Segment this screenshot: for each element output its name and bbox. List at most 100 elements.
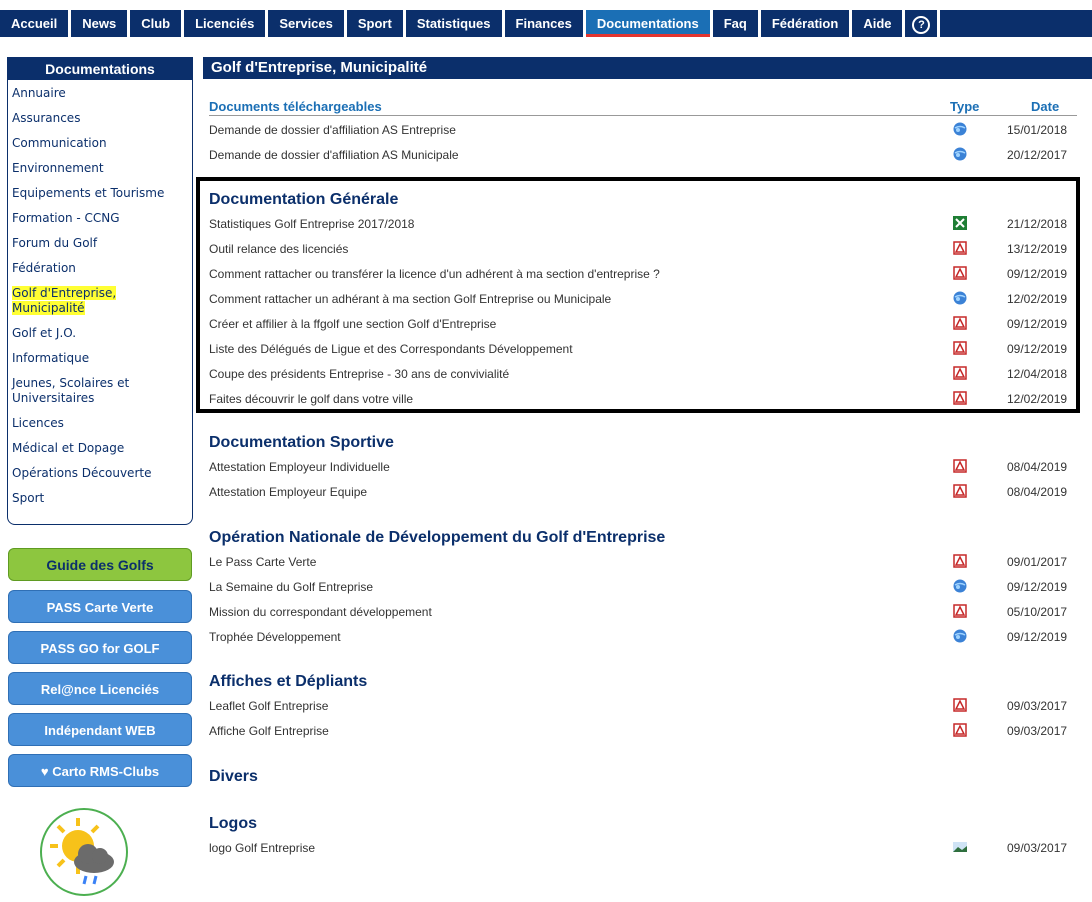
sidebar-item-7[interactable]: Fédération bbox=[12, 261, 192, 276]
nav-item-9[interactable]: Faq bbox=[712, 10, 758, 37]
sidebar-item-8[interactable]: Golf d'Entreprise, Municipalité bbox=[12, 286, 192, 316]
sidebar-item-label: Equipements et Tourisme bbox=[12, 186, 165, 200]
document-link[interactable]: Affiche Golf Entreprise bbox=[209, 724, 329, 738]
document-row[interactable]: logo Golf Entreprise 09/03/2017 bbox=[209, 838, 1077, 858]
nav-item-2[interactable]: Club bbox=[130, 10, 182, 37]
pdf-icon[interactable] bbox=[953, 459, 967, 473]
nav-item-4[interactable]: Services bbox=[268, 10, 344, 37]
sidebar-item-11[interactable]: Jeunes, Scolaires et Universitaires bbox=[12, 376, 192, 406]
document-link[interactable]: La Semaine du Golf Entreprise bbox=[209, 580, 373, 594]
sidebar-item-6[interactable]: Forum du Golf bbox=[12, 236, 192, 251]
sidebar-button-1[interactable]: PASS Carte Verte bbox=[8, 590, 192, 623]
weather-icon[interactable] bbox=[40, 808, 128, 896]
sidebar-item-label: Golf et J.O. bbox=[12, 326, 77, 340]
sidebar-item-2[interactable]: Communication bbox=[12, 136, 192, 151]
web-icon[interactable] bbox=[953, 579, 967, 593]
pdf-icon[interactable] bbox=[953, 604, 967, 618]
sidebar-item-13[interactable]: Médical et Dopage bbox=[12, 441, 192, 456]
document-link[interactable]: Leaflet Golf Entreprise bbox=[209, 699, 328, 713]
document-link[interactable]: Demande de dossier d'affiliation AS Muni… bbox=[209, 148, 459, 162]
document-row[interactable]: Attestation Employeur Equipe 08/04/2019 bbox=[209, 482, 1077, 502]
sidebar-item-10[interactable]: Informatique bbox=[12, 351, 192, 366]
sidebar-item-1[interactable]: Assurances bbox=[12, 111, 192, 126]
nav-item-8[interactable]: Documentations bbox=[585, 10, 710, 37]
document-row[interactable]: Demande de dossier d'affiliation AS Entr… bbox=[209, 120, 1077, 140]
sidebar-item-15[interactable]: Sport bbox=[12, 491, 192, 506]
sidebar-item-3[interactable]: Environnement bbox=[12, 161, 192, 176]
section-title: Affiches et Dépliants bbox=[209, 673, 368, 690]
document-row[interactable]: Attestation Employeur Individuelle 08/04/… bbox=[209, 457, 1077, 477]
sidebar-title: Documentations bbox=[8, 58, 192, 80]
document-link[interactable]: Mission du correspondant développement bbox=[209, 605, 432, 619]
sidebar-item-9[interactable]: Golf et J.O. bbox=[12, 326, 192, 341]
pdf-icon[interactable] bbox=[953, 484, 967, 498]
sidebar-item-label: Annuaire bbox=[12, 86, 66, 100]
nav-item-3[interactable]: Licenciés bbox=[184, 10, 266, 37]
document-date: 09/12/2019 bbox=[1007, 580, 1068, 594]
pdf-icon[interactable] bbox=[953, 698, 967, 712]
document-date: 09/03/2017 bbox=[1007, 841, 1068, 855]
pdf-icon[interactable] bbox=[953, 554, 967, 568]
document-row[interactable]: Trophée Développement 09/12/2019 bbox=[209, 627, 1077, 647]
document-link[interactable]: Demande de dossier d'affiliation AS Entr… bbox=[209, 123, 456, 137]
nav-item-10[interactable]: Fédération bbox=[760, 10, 850, 37]
section-title: Logos bbox=[209, 815, 257, 832]
document-row[interactable]: Mission du correspondant développement 05… bbox=[209, 602, 1077, 622]
documentations-sidebar: Documentations Annuaire Assurances Communi… bbox=[7, 57, 193, 525]
document-link[interactable]: Attestation Employeur Equipe bbox=[209, 485, 367, 499]
help-icon: ? bbox=[912, 15, 931, 34]
sidebar-list: Annuaire Assurances Communication Environne… bbox=[8, 80, 192, 506]
document-link[interactable]: Trophée Développement bbox=[209, 630, 341, 644]
document-date: 09/12/2019 bbox=[1007, 630, 1068, 644]
section-title: Divers bbox=[209, 768, 258, 785]
sidebar-item-label: Environnement bbox=[12, 161, 104, 175]
nav-item-6[interactable]: Statistiques bbox=[405, 10, 502, 37]
highlight-box bbox=[196, 177, 1080, 413]
sidebar-button-2[interactable]: PASS GO for GOLF bbox=[8, 631, 192, 664]
document-date: 08/04/2019 bbox=[1007, 460, 1068, 474]
pdf-icon[interactable] bbox=[953, 723, 967, 737]
nav-item-11[interactable]: Aide bbox=[852, 10, 903, 37]
sidebar-item-label: Opérations Découverte bbox=[12, 466, 152, 480]
document-row[interactable]: Leaflet Golf Entreprise 09/03/2017 bbox=[209, 696, 1077, 716]
document-row[interactable]: La Semaine du Golf Entreprise 09/12/2019 bbox=[209, 577, 1077, 597]
nav-item-1[interactable]: News bbox=[71, 10, 128, 37]
sidebar-item-4[interactable]: Equipements et Tourisme bbox=[12, 186, 192, 201]
sidebar-button-4[interactable]: Indépendant WEB bbox=[8, 713, 192, 746]
document-date: 09/03/2017 bbox=[1007, 724, 1068, 738]
document-date: 08/04/2019 bbox=[1007, 485, 1068, 499]
nav-item-5[interactable]: Sport bbox=[346, 10, 403, 37]
document-row[interactable]: Affiche Golf Entreprise 09/03/2017 bbox=[209, 721, 1077, 741]
document-date: 20/12/2017 bbox=[1007, 148, 1068, 162]
sidebar-item-0[interactable]: Annuaire bbox=[12, 86, 192, 101]
sidebar-item-5[interactable]: Formation - CCNG bbox=[12, 211, 192, 226]
sidebar-button-0[interactable]: Guide des Golfs bbox=[8, 548, 192, 581]
document-link[interactable]: Attestation Employeur Individuelle bbox=[209, 460, 390, 474]
column-date: Date bbox=[1031, 99, 1060, 114]
sidebar-item-label: Formation - CCNG bbox=[12, 211, 120, 225]
nav-item-7[interactable]: Finances bbox=[504, 10, 583, 37]
document-link[interactable]: Le Pass Carte Verte bbox=[209, 555, 316, 569]
sidebar-item-label: Informatique bbox=[12, 351, 90, 365]
document-row[interactable]: Le Pass Carte Verte 09/01/2017 bbox=[209, 552, 1077, 572]
document-row[interactable]: Demande de dossier d'affiliation AS Muni… bbox=[209, 145, 1077, 165]
web-icon[interactable] bbox=[953, 122, 967, 136]
column-header: Documents téléchargeables Type Date bbox=[209, 99, 1077, 116]
sidebar-item-12[interactable]: Licences bbox=[12, 416, 192, 431]
sidebar-item-label: Sport bbox=[12, 491, 45, 505]
sidebar-item-14[interactable]: Opérations Découverte bbox=[12, 466, 192, 481]
image-icon[interactable] bbox=[953, 840, 967, 854]
section-title: Documentation Sportive bbox=[209, 434, 394, 451]
help-button[interactable]: ? bbox=[905, 10, 938, 37]
web-icon[interactable] bbox=[953, 147, 967, 161]
document-date: 05/10/2017 bbox=[1007, 605, 1068, 619]
web-icon[interactable] bbox=[953, 629, 967, 643]
sidebar-item-label: Médical et Dopage bbox=[12, 441, 125, 455]
nav-item-0[interactable]: Accueil bbox=[0, 10, 69, 37]
sidebar-button-3[interactable]: Rel@nce Licenciés bbox=[8, 672, 192, 705]
document-link[interactable]: logo Golf Entreprise bbox=[209, 841, 315, 855]
sidebar-item-label: Licences bbox=[12, 416, 64, 430]
sidebar-button-5[interactable]: ♥ Carto RMS-Clubs bbox=[8, 754, 192, 787]
nav-filler bbox=[940, 10, 1092, 37]
sidebar-item-label: Golf d'Entreprise, Municipalité bbox=[12, 286, 117, 315]
